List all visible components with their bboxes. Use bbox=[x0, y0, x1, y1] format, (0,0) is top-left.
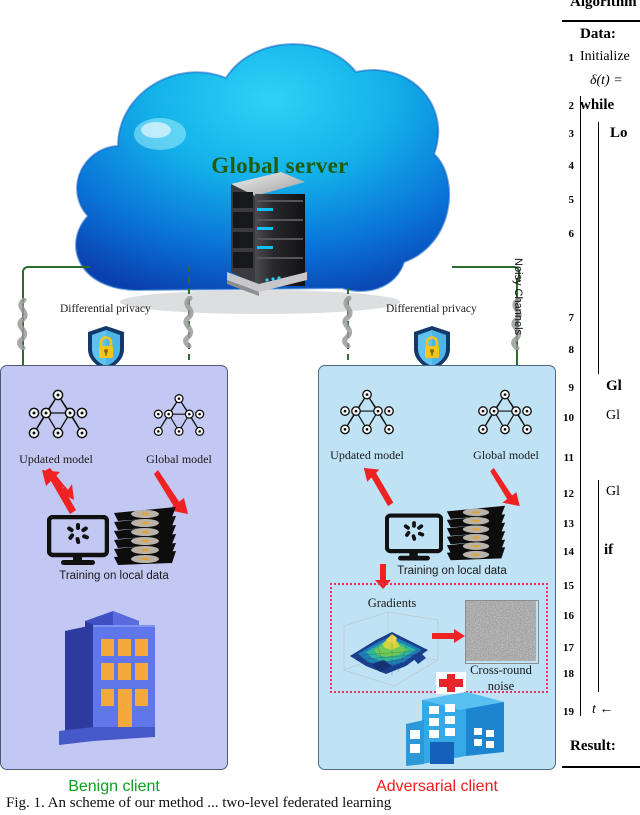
differential-privacy-label-right: Differential privacy bbox=[386, 303, 477, 315]
algorithm-line-text: δ(t) = bbox=[590, 73, 623, 88]
algorithm-line-number: 8 bbox=[568, 344, 575, 356]
algorithm-line-text: while bbox=[580, 97, 615, 113]
algorithm-line-number: 13 bbox=[563, 518, 574, 530]
arrow-right-to-noise bbox=[432, 628, 466, 649]
algorithm-line-number: 15 bbox=[563, 580, 574, 592]
algorithm-line-number: 3 bbox=[568, 128, 575, 140]
training-label-benign: Training on local data bbox=[59, 570, 169, 582]
algorithm-line-number: 6 bbox=[568, 228, 575, 240]
algorithm-title: Algorithm 1: bbox=[570, 0, 640, 10]
algorithm-line-number: 5 bbox=[568, 194, 575, 206]
algorithm-line-number: 2 bbox=[568, 100, 575, 112]
server-rack-icon bbox=[223, 168, 307, 296]
hospital-building-icon-benign: H bbox=[55, 603, 175, 758]
noise-zigzag-left-outer bbox=[12, 297, 34, 355]
algorithm-line-number: 11 bbox=[563, 452, 574, 464]
algorithm-line-number: 18 bbox=[563, 668, 574, 680]
algorithm-line-number: 9 bbox=[568, 382, 575, 394]
benign-client-caption: Benign client bbox=[68, 778, 160, 795]
algorithm-line-number: 12 bbox=[563, 488, 574, 500]
algorithm-line-number: 19 bbox=[563, 706, 574, 718]
algorithm-while-bar bbox=[580, 96, 581, 716]
neural-network-icon-global-benign bbox=[148, 389, 210, 446]
channel-bracket-left bbox=[22, 266, 90, 282]
algorithm-line-number: 4 bbox=[568, 160, 575, 172]
neural-network-icon-global-adversarial bbox=[472, 385, 538, 444]
monitor-training-icon-benign bbox=[46, 514, 110, 572]
mri-slice-stack-benign bbox=[112, 505, 178, 572]
monitor-training-icon-adversarial bbox=[384, 513, 444, 568]
updated-model-label-adversarial: Updated model bbox=[330, 448, 404, 462]
global-model-label-benign: Global model bbox=[146, 452, 212, 466]
algorithm-line-text: Gl bbox=[606, 484, 620, 499]
algorithm-column: Algorithm 1: Data: 1 Initialize δ(t) = 2… bbox=[556, 0, 640, 780]
mri-slice-stack-adversarial bbox=[445, 503, 507, 568]
noise-zigzag-right-inner bbox=[337, 295, 359, 353]
figure-caption: Fig. 1. An scheme of our method ... two-… bbox=[6, 795, 392, 811]
algorithm-line-number: 17 bbox=[563, 642, 574, 654]
adversarial-client-caption: Adversarial client bbox=[376, 778, 498, 795]
algorithm-rule-top bbox=[562, 20, 640, 22]
algorithm-data-line: Data: bbox=[580, 26, 616, 42]
gradients-label: Gradients bbox=[367, 596, 417, 610]
hospital-building-icon-adversarial bbox=[400, 672, 518, 777]
differential-privacy-label-left: Differential privacy bbox=[60, 303, 151, 315]
algorithm-line-number: 14 bbox=[563, 546, 574, 558]
algorithm-result-line: Result: bbox=[570, 738, 616, 754]
figure-canvas: Global server Noisy Channels Differentia… bbox=[0, 0, 640, 815]
algorithm-line-number: 7 bbox=[568, 312, 575, 324]
arrow-up-left-adversarial bbox=[362, 462, 402, 517]
training-label-adversarial: Training on local data bbox=[397, 565, 507, 577]
neural-network-icon-updated-benign bbox=[22, 385, 94, 448]
algorithm-line-text: if bbox=[604, 542, 614, 558]
algorithm-line-number: 16 bbox=[563, 610, 574, 622]
algorithm-line-text: Initialize bbox=[580, 49, 630, 64]
global-model-label-adversarial: Global model bbox=[473, 448, 539, 462]
updated-model-label-benign: Updated model bbox=[19, 452, 93, 466]
algorithm-if-bar bbox=[598, 480, 599, 692]
algorithm-line-text: t ← bbox=[592, 702, 614, 717]
noisy-channels-label: Noisy Channels bbox=[512, 258, 524, 336]
noise-zigzag-left-inner bbox=[178, 295, 200, 353]
algorithm-line-text: Gl bbox=[606, 378, 622, 394]
algorithm-loop-bar bbox=[598, 122, 599, 374]
algorithm-line-number: 10 bbox=[563, 412, 574, 424]
algorithm-line-text: Gl bbox=[606, 408, 620, 423]
neural-network-icon-updated-adversarial bbox=[334, 385, 400, 444]
channel-bracket-right bbox=[452, 266, 520, 282]
algorithm-line-number: 1 bbox=[568, 52, 575, 64]
algorithm-rule-bottom bbox=[562, 766, 640, 768]
cross-round-noise-image bbox=[465, 600, 539, 664]
algorithm-line-text: Lo bbox=[610, 125, 628, 141]
